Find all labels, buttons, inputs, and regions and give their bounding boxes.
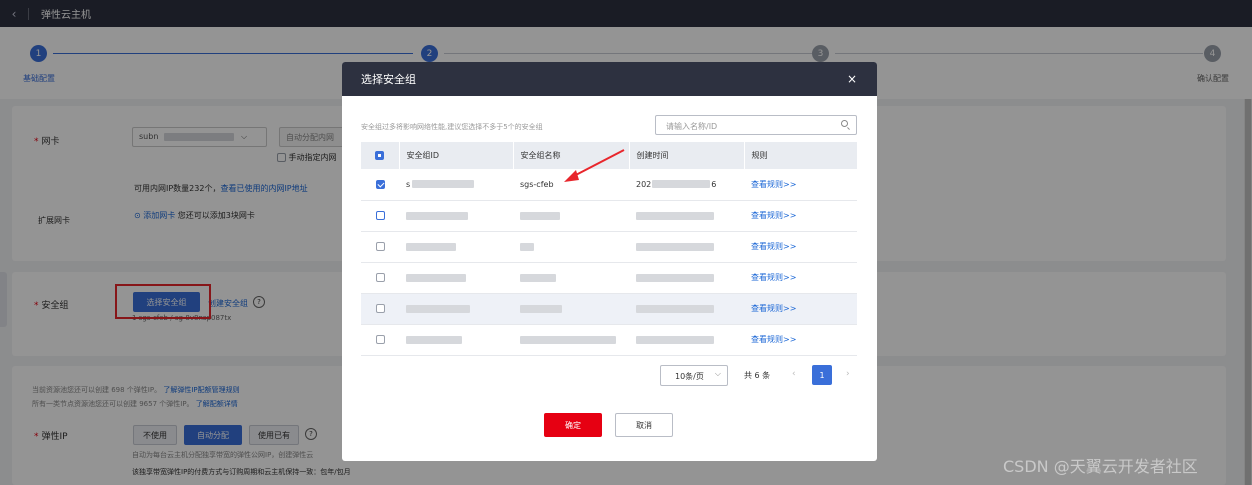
next-page-icon[interactable]: › <box>846 365 850 386</box>
page-1-button[interactable]: 1 <box>812 365 832 385</box>
view-rules-link[interactable]: 查看规则>> <box>751 304 796 313</box>
search-placeholder: 请输入名称/ID <box>666 122 718 131</box>
table-row[interactable]: 查看规则>> <box>361 200 857 232</box>
dialog-title: 选择安全组 <box>361 73 416 86</box>
watermark: CSDN @天翼云开发者社区 <box>1003 457 1198 476</box>
view-rules-link[interactable]: 查看规则>> <box>751 273 796 282</box>
row-checkbox[interactable] <box>375 242 385 251</box>
chevron-down-icon: ⌵ <box>714 369 721 378</box>
table-row[interactable]: 查看规则>> <box>361 293 857 325</box>
view-rules-link[interactable]: 查看规则>> <box>751 180 796 189</box>
col-header: 安全组ID <box>398 142 513 169</box>
search-icon[interactable] <box>841 120 848 127</box>
annotation-arrow-icon <box>564 149 625 182</box>
table-row[interactable]: 查看规则>> <box>361 262 857 294</box>
page-size-select[interactable]: 10条/页 ⌵ <box>660 365 728 386</box>
row-checkbox[interactable] <box>375 179 385 189</box>
row-checkbox[interactable] <box>375 335 385 344</box>
close-icon[interactable]: × <box>847 72 857 86</box>
created-time: 202 <box>636 179 652 189</box>
view-rules-link[interactable]: 查看规则>> <box>751 242 796 251</box>
col-header: 创建时间 <box>628 142 744 169</box>
prev-page-icon[interactable]: ‹ <box>792 365 796 386</box>
table-row[interactable]: 查看规则>> <box>361 324 857 356</box>
sg-id: s <box>406 179 411 189</box>
total-count: 共 6 条 <box>744 371 771 380</box>
row-checkbox[interactable] <box>375 211 385 220</box>
dialog-header: 选择安全组 × <box>342 62 877 96</box>
select-all-cell[interactable] <box>361 142 399 169</box>
search-input[interactable]: 请输入名称/ID <box>655 115 857 135</box>
col-header: 规则 <box>743 142 857 169</box>
select-sg-dialog: 选择安全组 × 安全组过多将影响网络性能,建议您选择不多于5个的安全组 请输入名… <box>342 62 877 461</box>
confirm-button[interactable]: 确定 <box>544 413 602 437</box>
row-checkbox[interactable] <box>375 273 385 282</box>
table-row[interactable]: 查看规则>> <box>361 231 857 263</box>
row-checkbox[interactable] <box>375 304 385 313</box>
select-all-checkbox[interactable] <box>375 151 385 160</box>
sg-hint: 安全组过多将影响网络性能,建议您选择不多于5个的安全组 <box>361 123 543 131</box>
view-rules-link[interactable]: 查看规则>> <box>751 211 796 220</box>
cancel-button[interactable]: 取消 <box>615 413 673 437</box>
view-rules-link[interactable]: 查看规则>> <box>751 335 796 344</box>
